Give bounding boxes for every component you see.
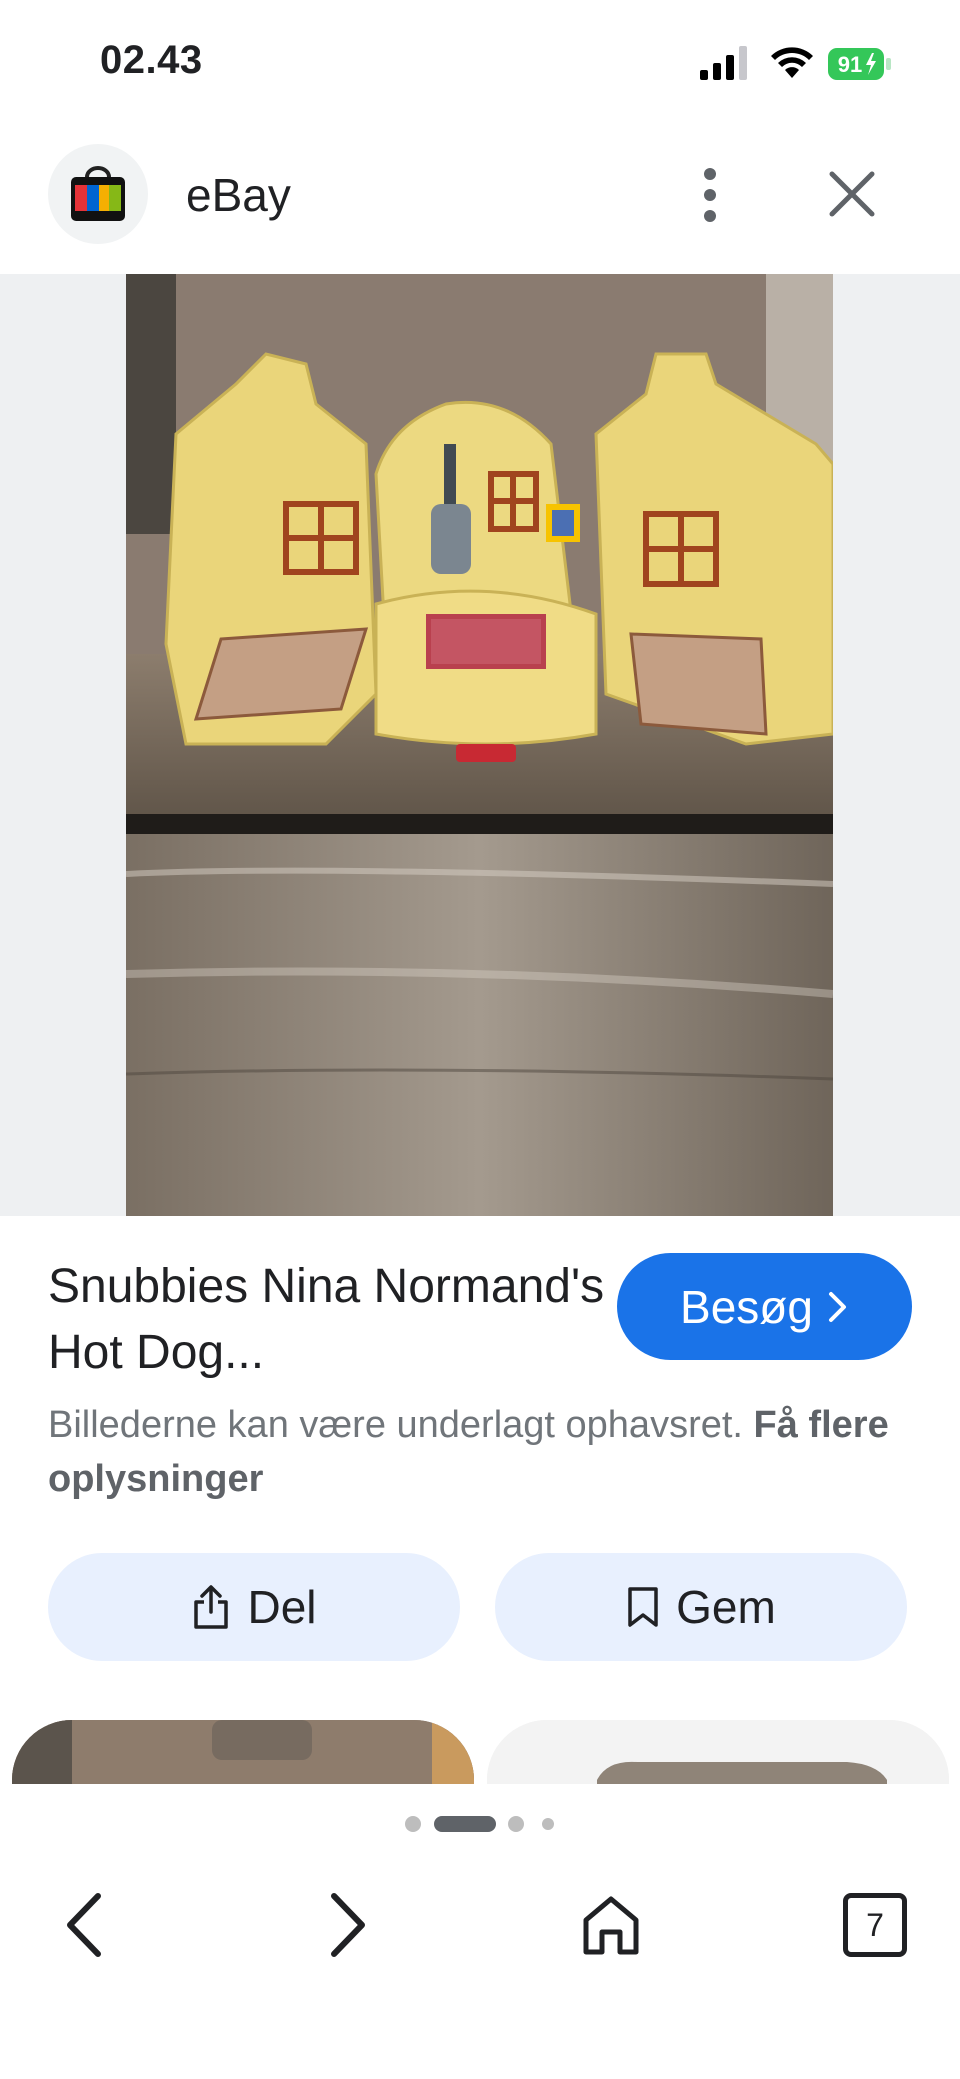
share-button[interactable]: Del <box>48 1553 460 1661</box>
image-viewer <box>0 274 960 1216</box>
pagination-dots <box>0 1814 960 1834</box>
bottom-navigation: 7 <box>0 1860 960 2000</box>
copyright-text: Billederne kan være underlagt ophavsret. <box>48 1404 743 1446</box>
signal-icon <box>700 46 747 80</box>
forward-icon <box>331 1893 365 1957</box>
wifi-icon <box>771 47 813 78</box>
close-button[interactable] <box>820 162 884 226</box>
related-images <box>0 1720 960 1784</box>
site-name[interactable]: eBay <box>186 168 291 222</box>
copyright-notice: Billederne kan være underlagt ophavsret.… <box>48 1398 908 1506</box>
page-dot-active[interactable] <box>434 1816 496 1832</box>
product-title[interactable]: Snubbies Nina Normand's Hot Dog... <box>48 1254 608 1386</box>
more-options-button[interactable] <box>680 160 740 230</box>
more-vert-icon <box>704 168 716 222</box>
related-image-thumbnail[interactable] <box>12 1720 474 1784</box>
page-dot[interactable] <box>542 1818 554 1830</box>
chevron-right-icon <box>828 1291 846 1322</box>
site-logo[interactable] <box>48 144 148 244</box>
visit-button-label: Besøg <box>680 1280 813 1333</box>
forward-button[interactable] <box>302 1880 392 1970</box>
save-button-label: Gem <box>676 1581 776 1633</box>
battery-level: 91 <box>838 52 862 77</box>
related-image-thumbnail[interactable] <box>487 1720 949 1784</box>
save-button[interactable]: Gem <box>495 1553 907 1661</box>
back-icon <box>67 1893 101 1957</box>
status-bar: 02.43 91 <box>0 0 960 120</box>
home-icon <box>583 1896 639 1955</box>
ebay-bag-icon <box>71 166 125 221</box>
visit-button[interactable]: Besøg <box>617 1253 912 1360</box>
home-button[interactable] <box>566 1880 656 1970</box>
bookmark-icon <box>628 1587 658 1627</box>
share-button-label: Del <box>247 1581 317 1633</box>
close-icon <box>829 171 875 217</box>
tabs-count: 7 <box>866 1906 884 1943</box>
battery-icon: 91 <box>828 48 892 80</box>
page-dot[interactable] <box>508 1816 524 1832</box>
header: eBay <box>0 140 960 274</box>
tabs-button[interactable]: 7 <box>830 1880 920 1970</box>
share-icon <box>194 1585 229 1629</box>
back-button[interactable] <box>40 1880 130 1970</box>
product-image[interactable] <box>126 274 833 1216</box>
status-time: 02.43 <box>100 38 203 82</box>
tabs-icon: 7 <box>843 1893 907 1957</box>
page-dot[interactable] <box>405 1816 421 1832</box>
